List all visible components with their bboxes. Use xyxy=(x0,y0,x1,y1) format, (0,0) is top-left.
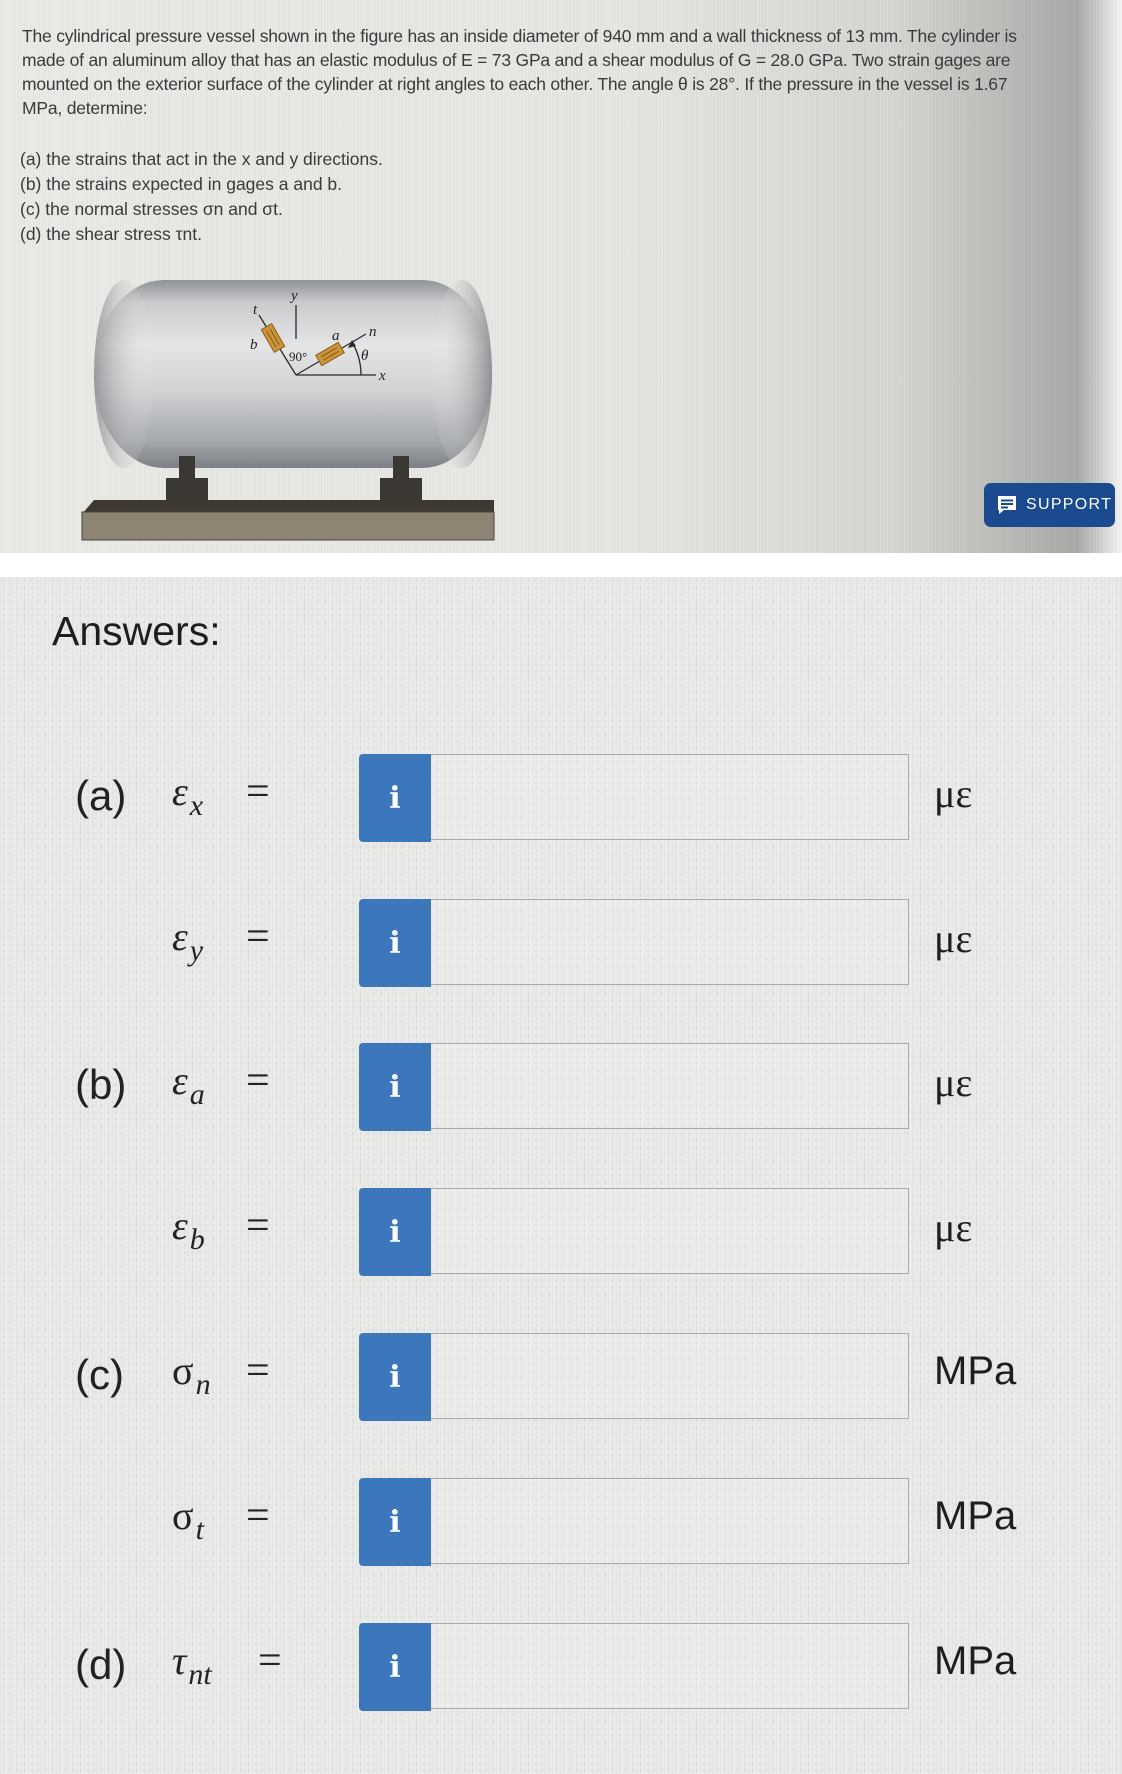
statement-line: made of an aluminum alloy that has an el… xyxy=(22,50,1011,70)
statement-line: mounted on the exterior surface of the c… xyxy=(22,74,1008,94)
info-icon: i xyxy=(389,1069,401,1105)
symbol: τnt xyxy=(172,1637,212,1692)
symbol-base: ε xyxy=(172,914,188,959)
problem-panel: The cylindrical pressure vessel shown in… xyxy=(0,0,1122,553)
unit-label: με xyxy=(934,1060,973,1105)
info-button[interactable]: i xyxy=(359,754,431,842)
symbol-subscript: nt xyxy=(188,1658,212,1691)
info-button[interactable]: i xyxy=(359,1623,431,1711)
equals-sign: = xyxy=(246,1493,270,1539)
part-c-text: (c) the normal stresses σn and σt. xyxy=(20,199,283,219)
symbol: εa xyxy=(172,1057,205,1112)
symbol-subscript: b xyxy=(189,1223,205,1256)
support-button-label: SUPPORT xyxy=(1026,496,1113,513)
info-icon: i xyxy=(389,1504,401,1540)
equals-sign: = xyxy=(246,1203,270,1249)
tau-nt-input[interactable] xyxy=(431,1623,909,1709)
equals-sign: = xyxy=(246,1058,270,1104)
symbol-subscript: y xyxy=(189,934,204,967)
info-icon: i xyxy=(389,780,401,816)
unit-label: με xyxy=(934,1205,973,1250)
epsilon-b-input[interactable] xyxy=(431,1188,909,1274)
symbol-base: σ xyxy=(172,1493,194,1538)
problem-parts-list: (a) the strains that act in the x and y … xyxy=(20,147,383,247)
symbol-base: ε xyxy=(172,1203,188,1248)
symbol-subscript: n xyxy=(195,1368,211,1401)
pressure-vessel-figure: y t b a n θ x 90° xyxy=(81,280,495,541)
equals-sign: = xyxy=(246,1348,270,1394)
answer-row-sigma-t: σt = i MPa xyxy=(0,1478,1122,1568)
unit-label: με xyxy=(934,771,973,816)
part-b-text: (b) the strains expected in gages a and … xyxy=(20,174,343,194)
symbol: εy xyxy=(172,913,203,968)
label-b: b xyxy=(250,337,258,353)
info-icon: i xyxy=(389,1214,401,1250)
support-button[interactable]: SUPPORT xyxy=(984,483,1115,527)
info-button[interactable]: i xyxy=(359,1333,431,1421)
symbol-subscript: a xyxy=(189,1078,205,1111)
unit-label: MPa xyxy=(934,1494,1017,1538)
answer-row-sigma-n: (c) σn = i MPa xyxy=(0,1333,1122,1423)
info-icon: i xyxy=(389,1649,401,1685)
unit-label: MPa xyxy=(934,1639,1017,1683)
unit-label: MPa xyxy=(934,1349,1017,1393)
epsilon-x-input[interactable] xyxy=(431,754,909,840)
symbol: σn xyxy=(172,1347,211,1402)
label-a: a xyxy=(332,328,340,344)
part-label: (c) xyxy=(75,1351,124,1398)
label-right-angle: 90° xyxy=(289,349,307,364)
symbol-subscript: t xyxy=(195,1513,204,1546)
symbol-base: σ xyxy=(172,1348,194,1393)
part-label: (b) xyxy=(75,1061,127,1108)
base-front xyxy=(81,511,495,541)
answer-row-epsilon-y: εy = i με xyxy=(0,899,1122,989)
info-icon: i xyxy=(389,1359,401,1395)
info-button[interactable]: i xyxy=(359,1188,431,1276)
sigma-t-input[interactable] xyxy=(431,1478,909,1564)
equals-sign: = xyxy=(258,1638,282,1684)
answer-row-epsilon-x: (a) εx = i με xyxy=(0,754,1122,844)
part-a-text: (a) the strains that act in the x and y … xyxy=(20,149,383,169)
info-button[interactable]: i xyxy=(359,899,431,987)
sigma-n-input[interactable] xyxy=(431,1333,909,1419)
symbol-base: ε xyxy=(172,769,188,814)
answers-panel: Answers: (a) εx = i με εy = i με (b) εa … xyxy=(0,577,1122,1774)
symbol: εb xyxy=(172,1202,205,1257)
label-theta: θ xyxy=(361,348,369,364)
label-y: y xyxy=(289,288,298,304)
answer-row-tau-nt: (d) τnt = i MPa xyxy=(0,1623,1122,1713)
symbol-subscript: x xyxy=(189,789,204,822)
statement-line: MPa, determine: xyxy=(22,98,148,118)
part-label: (d) xyxy=(75,1641,127,1688)
vessel-right-cap-shade xyxy=(432,280,492,468)
statement-line: The cylindrical pressure vessel shown in… xyxy=(22,26,1017,46)
epsilon-y-input[interactable] xyxy=(431,899,909,985)
vessel-left-cap-shade xyxy=(94,280,154,468)
unit-label: με xyxy=(934,916,973,961)
part-label: (a) xyxy=(75,772,127,819)
answer-row-epsilon-b: εb = i με xyxy=(0,1188,1122,1278)
chat-bubble-icon xyxy=(998,496,1016,514)
symbol: εx xyxy=(172,768,203,823)
part-d-text: (d) the shear stress τnt. xyxy=(20,224,202,244)
answer-row-epsilon-a: (b) εa = i με xyxy=(0,1043,1122,1133)
equals-sign: = xyxy=(246,914,270,960)
info-button[interactable]: i xyxy=(359,1043,431,1131)
epsilon-a-input[interactable] xyxy=(431,1043,909,1129)
info-icon: i xyxy=(389,925,401,961)
label-n: n xyxy=(369,324,377,340)
symbol: σt xyxy=(172,1492,204,1547)
label-x: x xyxy=(378,368,386,384)
symbol-base: ε xyxy=(172,1058,188,1103)
problem-statement: The cylindrical pressure vessel shown in… xyxy=(22,24,1072,120)
symbol-base: τ xyxy=(172,1638,187,1683)
answers-title: Answers: xyxy=(52,608,221,654)
info-button[interactable]: i xyxy=(359,1478,431,1566)
equals-sign: = xyxy=(246,769,270,815)
